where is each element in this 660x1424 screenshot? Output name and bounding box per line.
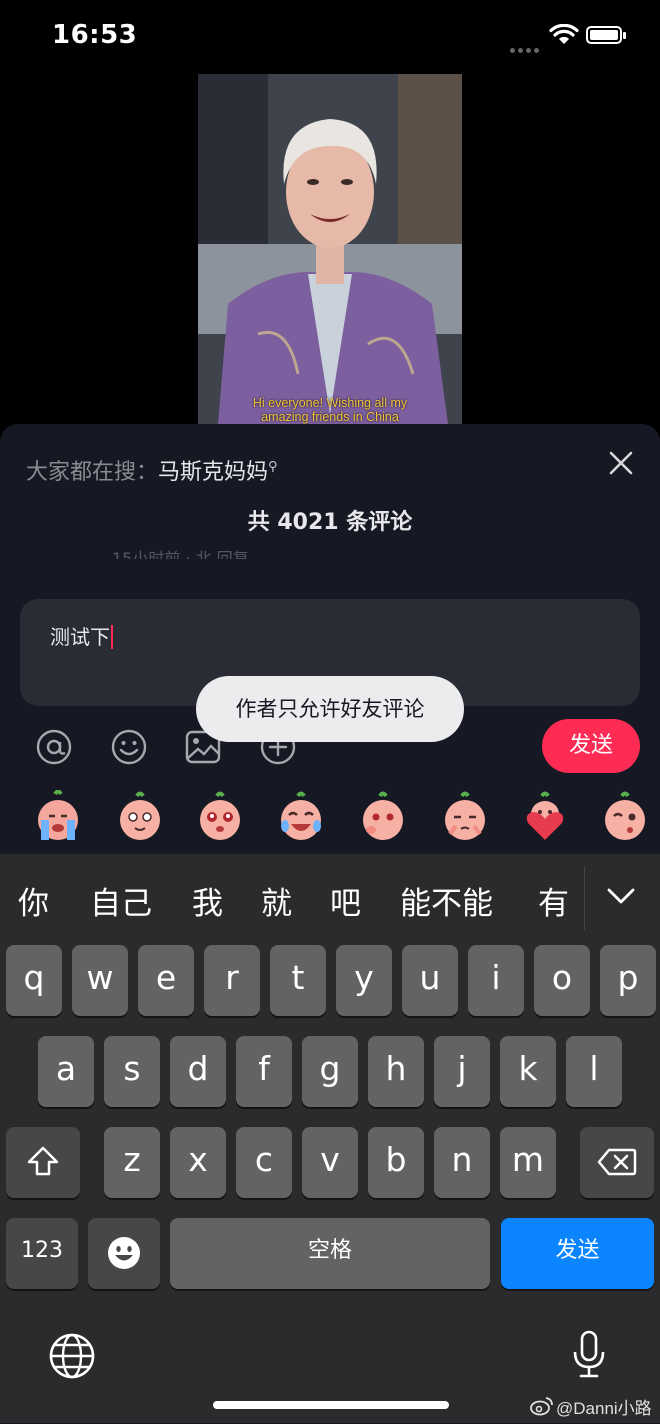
close-icon[interactable] xyxy=(606,448,636,478)
key-g[interactable]: g xyxy=(302,1036,358,1107)
text-caret xyxy=(111,625,113,649)
candidate-word[interactable]: 有 xyxy=(538,878,569,923)
caption-line-1: Hi everyone! Wishing all my xyxy=(252,396,408,410)
video-player[interactable]: Hi everyone! Wishing all my amazing frie… xyxy=(198,74,462,424)
key-s[interactable]: s xyxy=(104,1036,160,1107)
comment-input-value: 测试下 xyxy=(50,625,110,649)
key-c[interactable]: c xyxy=(236,1127,292,1198)
shift-key[interactable] xyxy=(6,1127,80,1198)
emoji-icon[interactable] xyxy=(110,728,148,766)
wifi-icon xyxy=(549,24,579,44)
candidate-word[interactable]: 我 xyxy=(192,878,223,923)
hopeful-sticker[interactable] xyxy=(115,790,165,844)
video-caption: Hi everyone! Wishing all my amazing frie… xyxy=(198,396,462,424)
key-r[interactable]: r xyxy=(204,945,260,1016)
weibo-icon xyxy=(530,1397,553,1416)
sticker-row xyxy=(0,790,660,850)
battery-icon xyxy=(586,26,626,44)
backspace-key[interactable] xyxy=(580,1127,654,1198)
search-icon: ⚲ xyxy=(268,459,278,475)
candidate-word[interactable]: 能不能 xyxy=(400,878,493,923)
numbers-key[interactable]: 123 xyxy=(6,1218,78,1289)
space-key[interactable]: 空格 xyxy=(170,1218,490,1289)
shy-sticker[interactable] xyxy=(358,790,408,844)
key-x[interactable]: x xyxy=(170,1127,226,1198)
hot-search-term[interactable]: 马斯克妈妈 xyxy=(158,460,268,485)
teary-eyed-sticker[interactable] xyxy=(195,790,245,844)
emoji-icon xyxy=(108,1237,140,1269)
crying-sticker[interactable] xyxy=(33,790,83,844)
partial-comment-meta: 15小时前 · 北 回复 xyxy=(112,549,249,559)
candidate-divider xyxy=(584,866,585,930)
send-button[interactable]: 发送 xyxy=(542,719,640,773)
key-q[interactable]: q xyxy=(6,945,62,1016)
cellular-signal-icon xyxy=(510,38,542,53)
pleading-sticker[interactable] xyxy=(440,790,490,844)
key-d[interactable]: d xyxy=(170,1036,226,1107)
key-t[interactable]: t xyxy=(270,945,326,1016)
microphone-icon[interactable] xyxy=(572,1330,606,1378)
watermark: @Danni小路 xyxy=(556,1399,652,1418)
candidate-word[interactable]: 自己 xyxy=(90,878,152,923)
home-indicator[interactable] xyxy=(213,1401,449,1409)
key-f[interactable]: f xyxy=(236,1036,292,1107)
status-bar: 16:53 xyxy=(0,0,660,70)
comment-input-text[interactable]: 测试下 xyxy=(50,621,113,650)
key-m[interactable]: m xyxy=(500,1127,556,1198)
laugh-cry-sticker[interactable] xyxy=(276,790,326,844)
candidate-word[interactable]: 就 xyxy=(261,878,292,923)
heart-sticker[interactable] xyxy=(520,790,570,844)
emoji-key[interactable] xyxy=(88,1218,160,1289)
chevron-down-icon[interactable] xyxy=(606,886,636,906)
caption-line-2: amazing friends in China xyxy=(261,410,399,424)
key-u[interactable]: u xyxy=(402,945,458,1016)
at-icon[interactable] xyxy=(35,728,73,766)
key-p[interactable]: p xyxy=(600,945,656,1016)
key-w[interactable]: w xyxy=(72,945,128,1016)
key-o[interactable]: o xyxy=(534,945,590,1016)
key-l[interactable]: l xyxy=(566,1036,622,1107)
key-n[interactable]: n xyxy=(434,1127,490,1198)
key-v[interactable]: v xyxy=(302,1127,358,1198)
key-a[interactable]: a xyxy=(38,1036,94,1107)
backspace-icon xyxy=(597,1148,637,1176)
hot-search[interactable]: 大家都在搜：马斯克妈妈⚲ xyxy=(26,454,278,486)
key-e[interactable]: e xyxy=(138,945,194,1016)
video-frame xyxy=(198,74,462,424)
key-i[interactable]: i xyxy=(468,945,524,1016)
key-j[interactable]: j xyxy=(434,1036,490,1107)
toast-message: 作者只允许好友评论 xyxy=(196,676,464,742)
candidate-bar: 你 自己 我 就 吧 能不能 有 xyxy=(0,854,660,944)
wink-sticker[interactable] xyxy=(600,790,650,844)
candidate-word[interactable]: 你 xyxy=(18,878,49,923)
keyboard-send-key[interactable]: 发送 xyxy=(501,1218,654,1289)
globe-icon[interactable] xyxy=(48,1332,96,1380)
shift-icon xyxy=(27,1146,59,1176)
status-time: 16:53 xyxy=(52,20,138,50)
hot-search-label: 大家都在搜： xyxy=(26,460,159,485)
key-z[interactable]: z xyxy=(104,1127,160,1198)
key-h[interactable]: h xyxy=(368,1036,424,1107)
comment-count: 共 4021 条评论 xyxy=(247,510,413,535)
key-y[interactable]: y xyxy=(336,945,392,1016)
key-b[interactable]: b xyxy=(368,1127,424,1198)
key-k[interactable]: k xyxy=(500,1036,556,1107)
candidate-word[interactable]: 吧 xyxy=(330,878,361,923)
